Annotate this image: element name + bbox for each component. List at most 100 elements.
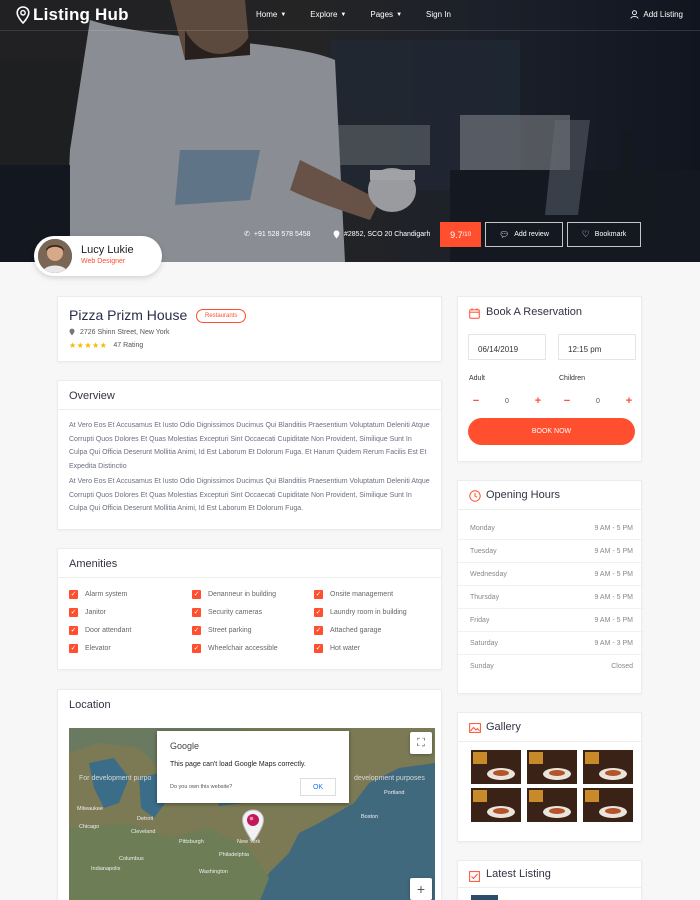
- bookmark-button[interactable]: ♡ Bookmark: [567, 222, 641, 247]
- amenity-label: Hot water: [330, 644, 360, 652]
- divider: [458, 631, 644, 632]
- amenity-label: Alarm system: [85, 590, 128, 598]
- book-now-button[interactable]: BOOK NOW: [468, 418, 635, 445]
- category-tag[interactable]: Restaurants: [196, 309, 247, 323]
- hours-time: 9 AM - 5 PM: [594, 571, 633, 578]
- adult-count[interactable]: 0: [505, 398, 509, 405]
- gallery-thumbnail[interactable]: [527, 750, 577, 784]
- gallery-thumbnail[interactable]: [471, 788, 521, 822]
- hours-title: Opening Hours: [486, 489, 560, 501]
- add-review-button[interactable]: 💬︎ Add review: [485, 222, 563, 247]
- listing-address-text: 2726 Shinn Street, New York: [80, 328, 170, 336]
- hours-day: Monday: [470, 525, 495, 532]
- overview-paragraph: At Vero Eos Et Accusamus Et Iusto Odio D…: [69, 478, 430, 512]
- map-city-washington: Washington: [199, 869, 228, 875]
- avatar-image: [38, 239, 72, 273]
- amenity-label: Onsite management: [330, 590, 394, 598]
- map-city-portland: Portland: [384, 790, 405, 796]
- star-icons: ★★★★★: [69, 341, 108, 350]
- adult-decrement-button[interactable]: −: [469, 394, 483, 408]
- children-stepper: − 0 +: [560, 393, 636, 409]
- brand-logo[interactable]: Listing Hub: [16, 5, 129, 25]
- map-city-columbus: Columbus: [119, 856, 144, 862]
- hours-day: Tuesday: [470, 548, 497, 555]
- avatar: [36, 237, 74, 275]
- map-pin-icon[interactable]: [241, 809, 265, 843]
- profile-name: Lucy Lukie: [81, 244, 134, 256]
- map-own-site-link[interactable]: Do you own this website?: [170, 784, 232, 790]
- amenity-item: ✓ Alarm system: [69, 589, 192, 599]
- rating-count: 47 Rating: [113, 342, 144, 349]
- map-ok-button[interactable]: OK: [300, 778, 336, 796]
- location-card: Location For development purpo developme…: [57, 689, 442, 900]
- reservation-title: Book A Reservation: [486, 306, 583, 318]
- rating-max: /10: [462, 231, 471, 238]
- map-city-chicago: Chicago: [79, 824, 99, 830]
- children-increment-button[interactable]: +: [622, 394, 636, 408]
- owner-profile[interactable]: Lucy Lukie Web Designer: [34, 236, 162, 276]
- image-icon: [469, 721, 481, 739]
- nav-pages[interactable]: Pages ▼: [370, 10, 402, 19]
- listing-thumbnail[interactable]: [471, 895, 498, 900]
- amenity-label: Wheelchair accessible: [208, 644, 278, 652]
- gallery-thumbnail[interactable]: [583, 750, 633, 784]
- map-marker-icon: [333, 230, 340, 239]
- nav-sign-in[interactable]: Sign In: [426, 10, 451, 19]
- date-input[interactable]: 06/14/2019: [468, 334, 546, 360]
- gallery-thumbnail[interactable]: [527, 788, 577, 822]
- amenity-item: ✓ Elevator: [69, 643, 192, 653]
- amenities-list: ✓ Alarm system ✓ Dепanneur in building ✓ On…: [69, 589, 429, 653]
- gallery-thumbnail[interactable]: [583, 788, 633, 822]
- overview-title: Overview: [69, 390, 115, 402]
- hours-header: Opening Hours: [458, 481, 641, 510]
- hours-row: Tuesday 9 AM - 5 PM: [470, 548, 633, 555]
- checkbox-checked-icon: ✓: [69, 607, 78, 617]
- add-listing-link[interactable]: Add Listing: [630, 10, 683, 19]
- gallery-thumbnail[interactable]: [471, 750, 521, 784]
- bookmark-label: Bookmark: [594, 231, 627, 238]
- map-embed[interactable]: For development purpo development purpos…: [69, 728, 435, 900]
- gallery-header: Gallery: [458, 713, 641, 742]
- map-marker-icon: [69, 328, 75, 336]
- amenity-label: Janitor: [85, 608, 107, 616]
- hours-day: Thursday: [470, 594, 500, 601]
- gallery-title: Gallery: [486, 721, 521, 733]
- listing-address: 2726 Shinn Street, New York: [69, 328, 170, 336]
- adult-increment-button[interactable]: +: [531, 394, 545, 408]
- children-decrement-button[interactable]: −: [560, 394, 574, 408]
- hero-phone[interactable]: ✆ +91 528 578 5458: [244, 230, 311, 239]
- hours-time: 9 AM - 5 PM: [594, 525, 633, 532]
- checkbox-checked-icon: ✓: [69, 625, 78, 635]
- add-review-label: Add review: [514, 231, 549, 238]
- calendar-icon: [469, 306, 480, 319]
- amenity-item: ✓ Dепanneur in building: [192, 589, 314, 599]
- nav-home[interactable]: Home ▼: [256, 10, 286, 19]
- gallery-grid: [471, 750, 633, 822]
- zoom-in-button[interactable]: +: [410, 878, 432, 900]
- nav-sign-in-label: Sign In: [426, 10, 451, 19]
- amenities-card: Amenities ✓ Alarm system ✓ Dепanneur in bu…: [57, 548, 442, 670]
- gallery-card: Gallery: [457, 712, 642, 842]
- chevron-down-icon: ▼: [280, 11, 287, 18]
- map-city-detroit: Detroit: [137, 816, 154, 822]
- time-input[interactable]: 12:15 pm: [558, 334, 636, 360]
- nav-explore[interactable]: Explore ▼: [310, 10, 346, 19]
- adult-label: Adult: [469, 375, 485, 382]
- children-count[interactable]: 0: [596, 398, 600, 405]
- divider: [458, 585, 644, 586]
- listing-header-card: Pizza Prizm House Restaurants 2726 Shinn…: [57, 296, 442, 362]
- amenity-item: ✓ Door attendant: [69, 625, 192, 635]
- checkbox-checked-icon: ✓: [192, 589, 201, 599]
- rating-score: 9.7/10: [440, 222, 481, 247]
- amenities-title: Amenities: [69, 558, 118, 570]
- map-dev-watermark: development purposes: [354, 775, 425, 782]
- fullscreen-icon[interactable]: ⛶: [410, 732, 432, 754]
- chevron-down-icon: ▼: [396, 11, 403, 18]
- location-header: Location: [58, 690, 441, 719]
- hours-time: 9 AM - 3 PM: [594, 640, 633, 647]
- checkbox-checked-icon: ✓: [192, 625, 201, 635]
- map-city-milwaukee: Milwaukee: [77, 806, 103, 812]
- google-logo: Google: [170, 741, 200, 751]
- profile-role: Web Designer: [81, 258, 126, 265]
- heart-icon: ♡: [581, 229, 590, 239]
